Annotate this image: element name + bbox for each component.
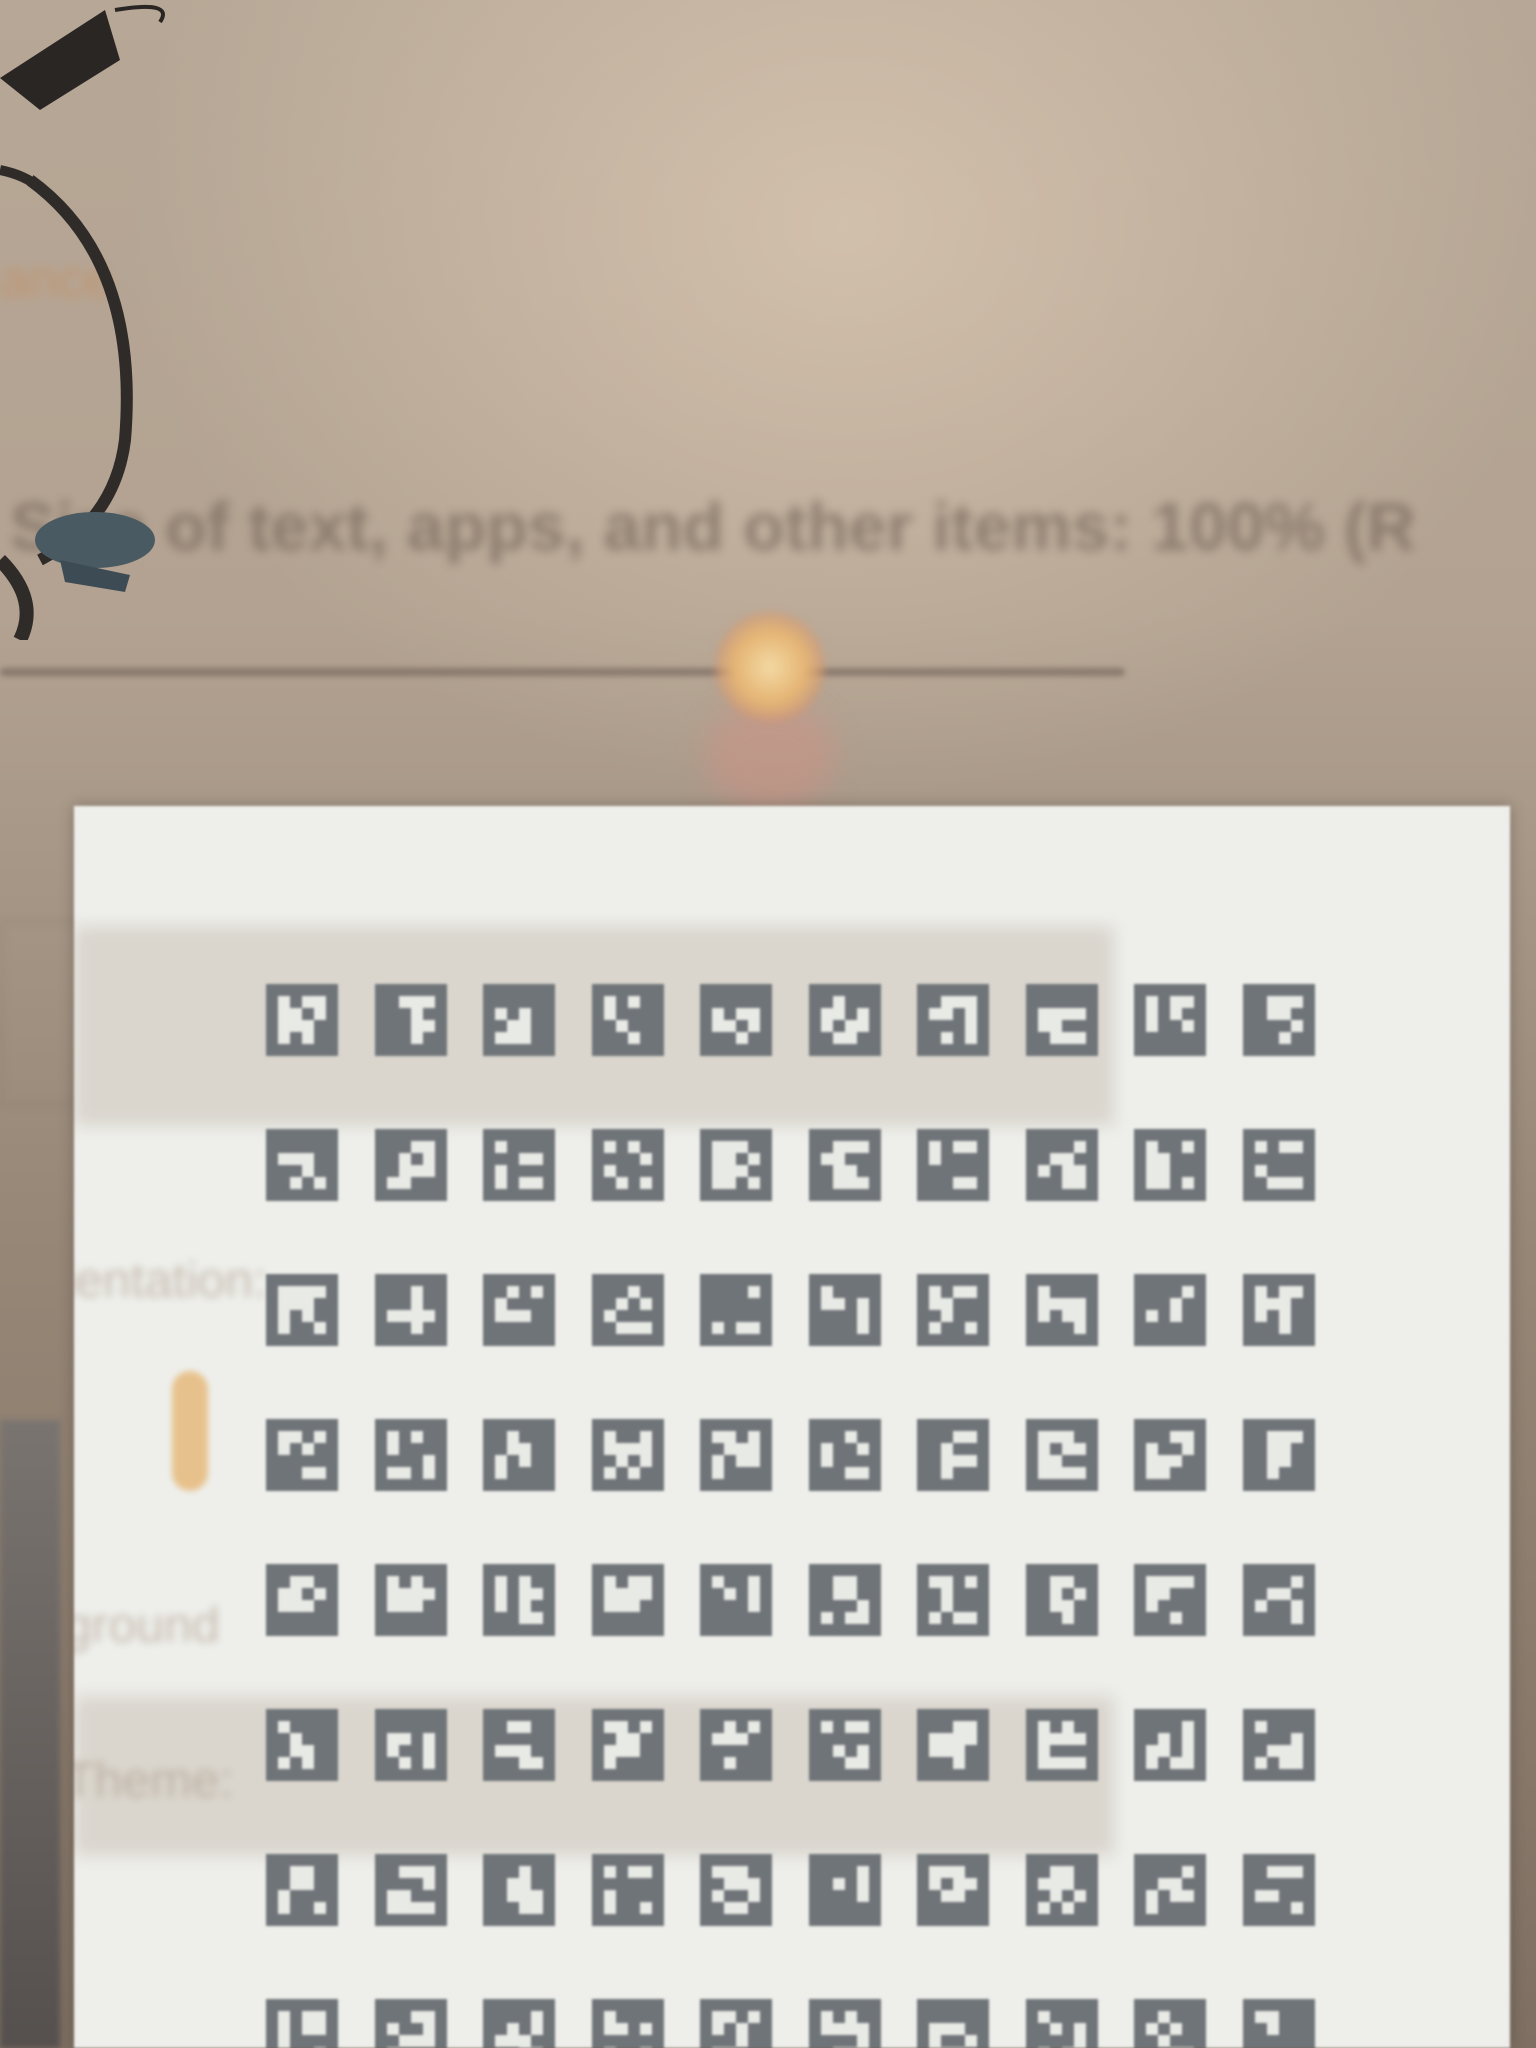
fiducial-marker bbox=[591, 1564, 664, 1636]
fiducial-marker bbox=[1134, 984, 1206, 1056]
marker-grid bbox=[74, 806, 1510, 2048]
fiducial-marker bbox=[1025, 1564, 1098, 1636]
fiducial-marker bbox=[374, 1709, 447, 1781]
fiducial-marker bbox=[1134, 1419, 1206, 1491]
fiducial-marker bbox=[808, 1564, 881, 1636]
fiducial-marker bbox=[1242, 1709, 1315, 1781]
fiducial-marker bbox=[1134, 1709, 1206, 1781]
fiducial-marker bbox=[917, 1129, 989, 1201]
fiducial-marker bbox=[808, 1999, 881, 2048]
fiducial-marker bbox=[917, 1564, 989, 1636]
fiducial-marker bbox=[483, 1854, 555, 1926]
fiducial-marker bbox=[1134, 1854, 1206, 1926]
fiducial-marker bbox=[266, 1129, 338, 1201]
fiducial-marker bbox=[483, 1709, 555, 1781]
fiducial-marker bbox=[1134, 1129, 1206, 1201]
left-edge-shadow bbox=[0, 1420, 60, 2048]
fiducial-marker bbox=[483, 1129, 555, 1201]
fiducial-marker bbox=[266, 1419, 338, 1491]
fiducial-marker bbox=[591, 984, 664, 1056]
fiducial-marker bbox=[591, 1274, 664, 1346]
fiducial-marker bbox=[700, 1999, 772, 2048]
fiducial-marker bbox=[1025, 1709, 1098, 1781]
marker-board-card: ientation: ground Theme: bbox=[74, 806, 1510, 2048]
fiducial-marker bbox=[1242, 1419, 1315, 1491]
fiducial-marker bbox=[808, 1274, 881, 1346]
fiducial-marker bbox=[917, 1709, 989, 1781]
fiducial-marker bbox=[1242, 1274, 1315, 1346]
fiducial-marker bbox=[266, 1854, 338, 1926]
fiducial-marker bbox=[374, 1274, 447, 1346]
scale-slider-track bbox=[0, 668, 1125, 676]
fiducial-marker bbox=[1025, 1419, 1098, 1491]
fiducial-marker bbox=[374, 1419, 447, 1491]
fiducial-marker bbox=[374, 1999, 447, 2048]
fiducial-marker bbox=[1134, 1564, 1206, 1636]
fiducial-marker bbox=[1025, 1129, 1098, 1201]
scale-slider-thumb bbox=[715, 612, 825, 722]
fiducial-marker bbox=[917, 1419, 989, 1491]
fiducial-marker bbox=[374, 1129, 447, 1201]
fiducial-marker bbox=[483, 1999, 555, 2048]
fiducial-marker bbox=[1134, 1274, 1206, 1346]
fiducial-marker bbox=[1025, 1854, 1098, 1926]
fiducial-marker bbox=[917, 1999, 989, 2048]
fiducial-marker bbox=[808, 984, 881, 1056]
fiducial-marker bbox=[1242, 1999, 1315, 2048]
fiducial-marker bbox=[1242, 984, 1315, 1056]
fiducial-marker bbox=[1025, 1999, 1098, 2048]
fiducial-marker bbox=[917, 984, 989, 1056]
fiducial-marker bbox=[591, 1709, 664, 1781]
fiducial-marker bbox=[700, 1274, 772, 1346]
fiducial-marker bbox=[483, 984, 555, 1056]
fiducial-marker bbox=[1242, 1854, 1315, 1926]
fiducial-marker bbox=[266, 1564, 338, 1636]
fiducial-marker bbox=[700, 1419, 772, 1491]
fiducial-marker bbox=[483, 1274, 555, 1346]
fiducial-marker bbox=[374, 1564, 447, 1636]
fiducial-marker bbox=[917, 1854, 989, 1926]
fiducial-marker bbox=[700, 1564, 772, 1636]
fiducial-marker bbox=[591, 1854, 664, 1926]
fiducial-marker bbox=[1134, 1999, 1206, 2048]
fiducial-marker bbox=[374, 984, 447, 1056]
fiducial-marker bbox=[917, 1274, 989, 1346]
fiducial-marker bbox=[591, 1419, 664, 1491]
fiducial-marker bbox=[266, 1999, 338, 2048]
fiducial-marker bbox=[700, 1854, 772, 1926]
scale-setting-label: Size of text, apps, and other items: 100… bbox=[10, 489, 1416, 565]
fiducial-marker bbox=[266, 984, 338, 1056]
fiducial-marker bbox=[808, 1709, 881, 1781]
fiducial-marker bbox=[700, 1129, 772, 1201]
fiducial-marker bbox=[483, 1564, 555, 1636]
fiducial-marker bbox=[266, 1274, 338, 1346]
fiducial-marker bbox=[1025, 984, 1098, 1056]
fiducial-marker bbox=[808, 1419, 881, 1491]
fiducial-marker bbox=[1242, 1564, 1315, 1636]
fiducial-marker bbox=[808, 1129, 881, 1201]
fiducial-marker bbox=[700, 1709, 772, 1781]
fiducial-marker bbox=[1025, 1274, 1098, 1346]
fiducial-marker bbox=[266, 1709, 338, 1781]
fiducial-marker bbox=[591, 1999, 664, 2048]
fiducial-marker bbox=[808, 1854, 881, 1926]
headphone-cable bbox=[0, 4, 165, 640]
fiducial-marker bbox=[1242, 1129, 1315, 1201]
fiducial-marker bbox=[483, 1419, 555, 1491]
fiducial-marker bbox=[700, 984, 772, 1056]
fiducial-marker bbox=[374, 1854, 447, 1926]
fiducial-marker bbox=[591, 1129, 664, 1201]
